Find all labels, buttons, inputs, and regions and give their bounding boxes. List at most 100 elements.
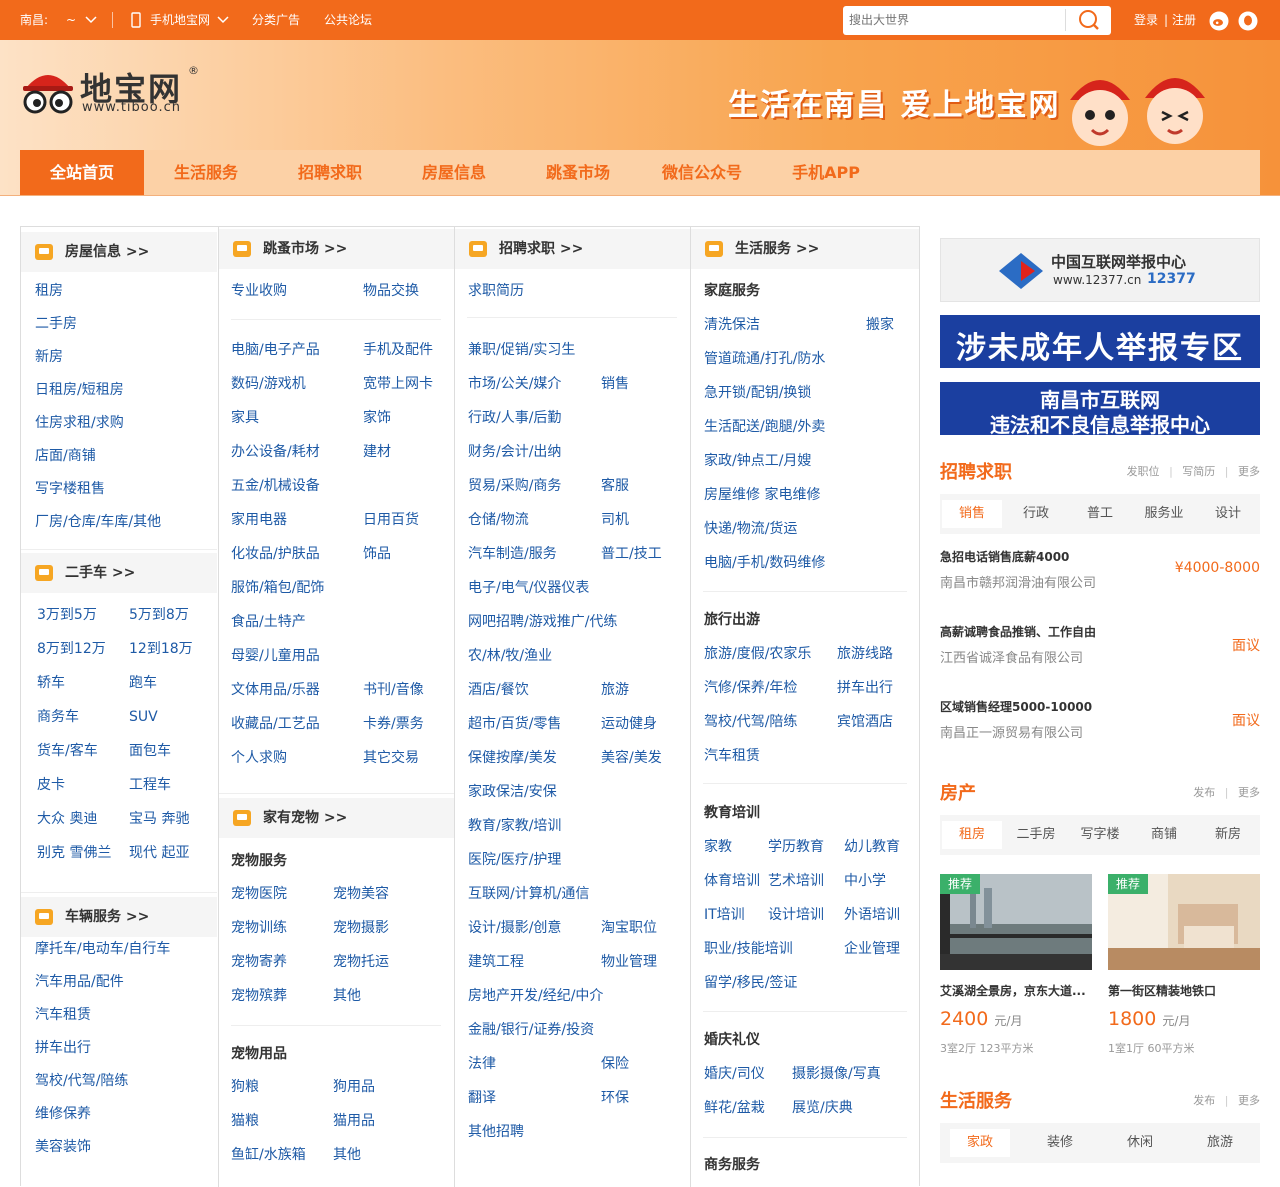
job-cat-link[interactable]: 旅游 (601, 680, 629, 700)
write-resume-link[interactable]: 写简历 (1182, 465, 1215, 478)
job-cat-link[interactable]: 市场/公关/媒介 (468, 374, 561, 394)
flea-cat-link[interactable]: 其它交易 (363, 748, 419, 768)
section-house-head[interactable]: 房屋信息 >> (21, 232, 217, 272)
job-cat-link[interactable]: 房地产开发/经纪/中介 (468, 986, 603, 1006)
site-logo[interactable]: 地宝网 ® www.tiboo.cn (20, 64, 200, 122)
flea-cat-link[interactable]: 化妆品/护肤品 (231, 544, 320, 564)
edu-link[interactable]: 家教 (704, 837, 732, 857)
house-cat-link[interactable]: 写字楼租售 (35, 479, 105, 499)
pet-service-link[interactable]: 宠物殡葬 (231, 986, 287, 1006)
job-cat-link[interactable]: 金融/银行/证券/投资 (468, 1020, 594, 1040)
car-cat-link[interactable]: 别克 雪佛兰 (37, 843, 111, 863)
car-cat-link[interactable]: SUV (129, 707, 158, 727)
edu-link[interactable]: 中小学 (844, 871, 886, 891)
house-cat-link[interactable]: 店面/商铺 (35, 446, 96, 466)
job-cat-link[interactable]: 兼职/促销/实习生 (468, 340, 575, 360)
life-tab[interactable]: 装修 (1030, 1129, 1090, 1157)
job-cat-link[interactable]: 家政保洁/安保 (468, 782, 557, 802)
wedding-link[interactable]: 展览/庆典 (792, 1098, 853, 1118)
qq-icon[interactable] (1238, 11, 1258, 34)
home-service-link[interactable]: 急开锁/配钥/换锁 (704, 383, 811, 403)
vehicle-cat-link[interactable]: 驾校/代驾/陪练 (35, 1071, 128, 1091)
edu-link[interactable]: 留学/移民/签证 (704, 973, 797, 993)
travel-link[interactable]: 驾校/代驾/陪练 (704, 712, 797, 732)
home-service-link[interactable]: 家政/钟点工/月嫂 (704, 451, 811, 471)
flea-cat-link[interactable]: 建材 (363, 442, 391, 462)
pet-service-link[interactable]: 宠物训练 (231, 918, 287, 938)
car-cat-link[interactable]: 大众 奥迪 (37, 809, 97, 829)
edu-link[interactable]: 学历教育 (768, 837, 824, 857)
wedding-link[interactable]: 婚庆/司仪 (704, 1064, 765, 1084)
job-cat-link[interactable]: 教育/家教/培训 (468, 816, 561, 836)
home-service-link[interactable]: 清洗保洁 (704, 315, 760, 335)
job-cat-link[interactable]: 普工/技工 (601, 544, 662, 564)
home-service-link[interactable]: 生活配送/跑腿/外卖 (704, 417, 825, 437)
edu-link[interactable]: 体育培训 (704, 871, 760, 891)
job-cat-link[interactable]: 行政/人事/后勤 (468, 408, 561, 428)
job-cat-link[interactable]: 客服 (601, 476, 629, 496)
pet-goods-link[interactable]: 狗用品 (333, 1077, 375, 1097)
mobile-link[interactable]: 手机地宝网 (150, 0, 210, 40)
job-cat-link[interactable]: 淘宝职位 (601, 918, 657, 938)
edu-link[interactable]: 幼儿教育 (844, 837, 900, 857)
section-jobs-head[interactable]: 招聘求职 >> (455, 229, 690, 269)
flea-top-link[interactable]: 专业收购 (231, 281, 287, 301)
job-cat-link[interactable]: 酒店/餐饮 (468, 680, 529, 700)
section-flea-head[interactable]: 跳蚤市场 >> (219, 229, 454, 269)
nav-home[interactable]: 全站首页 (20, 150, 144, 195)
job-tab[interactable]: 设计 (1198, 500, 1258, 528)
flea-cat-link[interactable]: 收藏品/工艺品 (231, 714, 320, 734)
car-cat-link[interactable]: 跑车 (129, 673, 157, 693)
pet-goods-link[interactable]: 猫粮 (231, 1111, 259, 1131)
vehicle-cat-link[interactable]: 汽车租赁 (35, 1005, 91, 1025)
forum-link[interactable]: 公共论坛 (324, 0, 372, 40)
nav-house[interactable]: 房屋信息 (392, 150, 516, 195)
job-cat-link[interactable]: 销售 (601, 374, 629, 394)
job-tab[interactable]: 销售 (942, 500, 1002, 528)
car-cat-link[interactable]: 现代 起亚 (129, 843, 189, 863)
house-cat-link[interactable]: 日租房/短租房 (35, 380, 124, 400)
house-section-title[interactable]: 房产 (940, 779, 976, 805)
classified-link[interactable]: 分类广告 (252, 0, 300, 40)
job-tab[interactable]: 服务业 (1134, 500, 1194, 528)
flea-cat-link[interactable]: 服饰/箱包/配饰 (231, 578, 324, 598)
home-service-link[interactable]: 快递/物流/货运 (704, 519, 797, 539)
nav-wechat[interactable]: 微信公众号 (640, 150, 764, 195)
travel-link[interactable]: 拼车出行 (837, 678, 893, 698)
house-post-link[interactable]: 发布 (1193, 786, 1215, 799)
life-section-title[interactable]: 生活服务 (940, 1087, 1012, 1113)
pet-service-link[interactable]: 宠物摄影 (333, 918, 389, 938)
job-cat-link[interactable]: 财务/会计/出纳 (468, 442, 561, 462)
house-tab[interactable]: 商铺 (1134, 821, 1194, 849)
section-life-head[interactable]: 生活服务 >> (691, 229, 919, 269)
flea-cat-link[interactable]: 数码/游戏机 (231, 374, 306, 394)
car-cat-link[interactable]: 5万到8万 (129, 605, 189, 625)
car-cat-link[interactable]: 轿车 (37, 673, 65, 693)
job-tab[interactable]: 行政 (1006, 500, 1066, 528)
edu-link[interactable]: 企业管理 (844, 939, 900, 959)
flea-cat-link[interactable]: 家饰 (363, 408, 391, 428)
house-tab[interactable]: 租房 (942, 821, 1002, 849)
report-center-banner[interactable]: 中国互联网举报中心 www.12377.cn 12377 (940, 238, 1260, 302)
pet-goods-link[interactable]: 狗粮 (231, 1077, 259, 1097)
section-car-head[interactable]: 二手车 >> (21, 553, 217, 593)
job-cat-link[interactable]: 电子/电气/仪器仪表 (468, 578, 589, 598)
pet-service-link[interactable]: 宠物医院 (231, 884, 287, 904)
house-cat-link[interactable]: 租房 (35, 281, 63, 301)
life-tab[interactable]: 旅游 (1190, 1129, 1250, 1157)
job-cat-link[interactable]: 其他招聘 (468, 1122, 524, 1142)
section-pet-head[interactable]: 家有宠物 >> (219, 798, 454, 838)
flea-cat-link[interactable]: 办公设备/耗材 (231, 442, 320, 462)
edu-link[interactable]: 设计培训 (768, 905, 824, 925)
car-cat-link[interactable]: 宝马 奔驰 (129, 809, 189, 829)
minor-report-banner[interactable]: 涉未成年人举报专区 (940, 315, 1260, 368)
job-cat-link[interactable]: 超市/百货/零售 (468, 714, 561, 734)
job-cat-link[interactable]: 仓储/物流 (468, 510, 529, 530)
job-cat-link[interactable]: 医院/医疗/护理 (468, 850, 561, 870)
house-cat-link[interactable]: 厂房/仓库/车库/其他 (35, 512, 161, 532)
house-tab[interactable]: 二手房 (1006, 821, 1066, 849)
nav-app[interactable]: 手机APP (764, 150, 888, 195)
flea-cat-link[interactable]: 五金/机械设备 (231, 476, 320, 496)
nav-jobs[interactable]: 招聘求职 (268, 150, 392, 195)
pet-goods-link[interactable]: 其他 (333, 1145, 361, 1165)
